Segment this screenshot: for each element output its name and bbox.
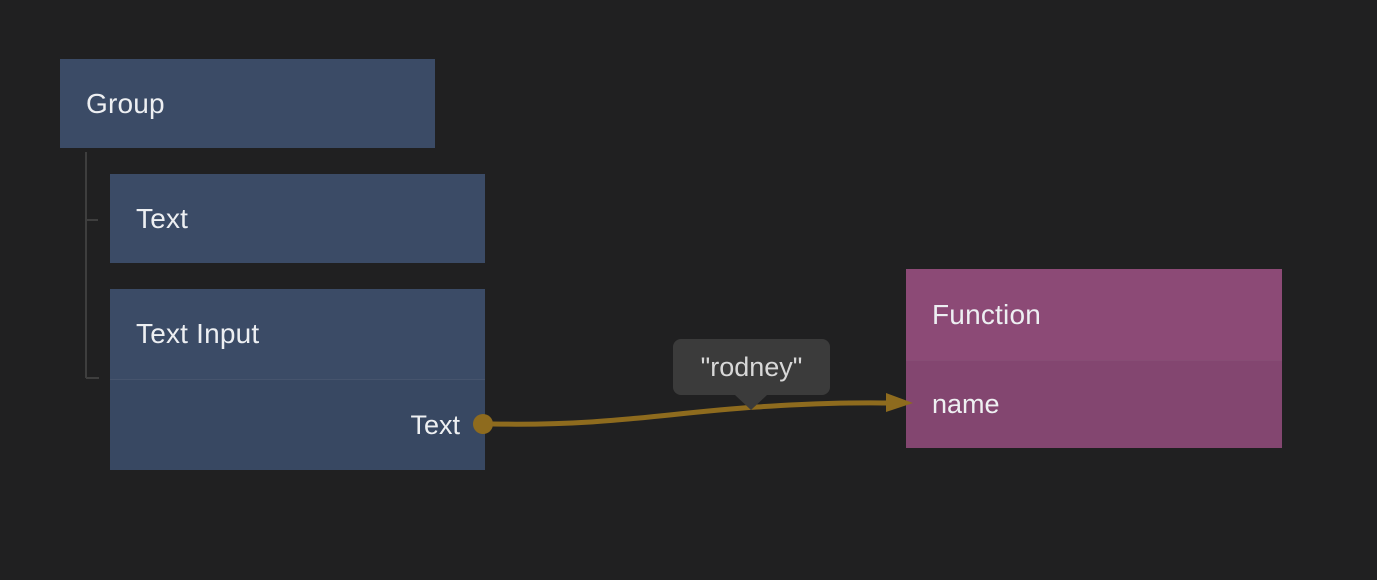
node-editor-canvas[interactable]: Group Text Text Input Text Function name <box>0 0 1377 580</box>
wire-value-text: "rodney" <box>701 352 803 383</box>
node-text-input-title: Text Input <box>136 318 259 350</box>
output-port-label-text: Text <box>410 410 460 441</box>
node-function-header[interactable]: Function <box>906 269 1282 360</box>
node-function[interactable]: Function name <box>906 269 1282 448</box>
connection-wire[interactable] <box>493 403 898 424</box>
node-group[interactable]: Group <box>60 59 435 148</box>
node-text-input-header[interactable]: Text Input <box>110 289 485 379</box>
wire-value-tooltip: "rodney" <box>673 339 830 395</box>
node-text-header[interactable]: Text <box>110 174 485 263</box>
node-text-input-body: Text <box>110 379 485 470</box>
node-function-title: Function <box>932 299 1041 331</box>
node-text-input[interactable]: Text Input Text <box>110 289 485 470</box>
node-text[interactable]: Text <box>110 174 485 263</box>
input-port-label-name: name <box>932 389 1000 420</box>
node-function-body: name <box>906 360 1282 448</box>
tooltip-pointer-icon <box>735 395 767 410</box>
node-group-title: Group <box>86 88 165 120</box>
node-text-title: Text <box>136 203 188 235</box>
node-group-header[interactable]: Group <box>60 59 435 148</box>
